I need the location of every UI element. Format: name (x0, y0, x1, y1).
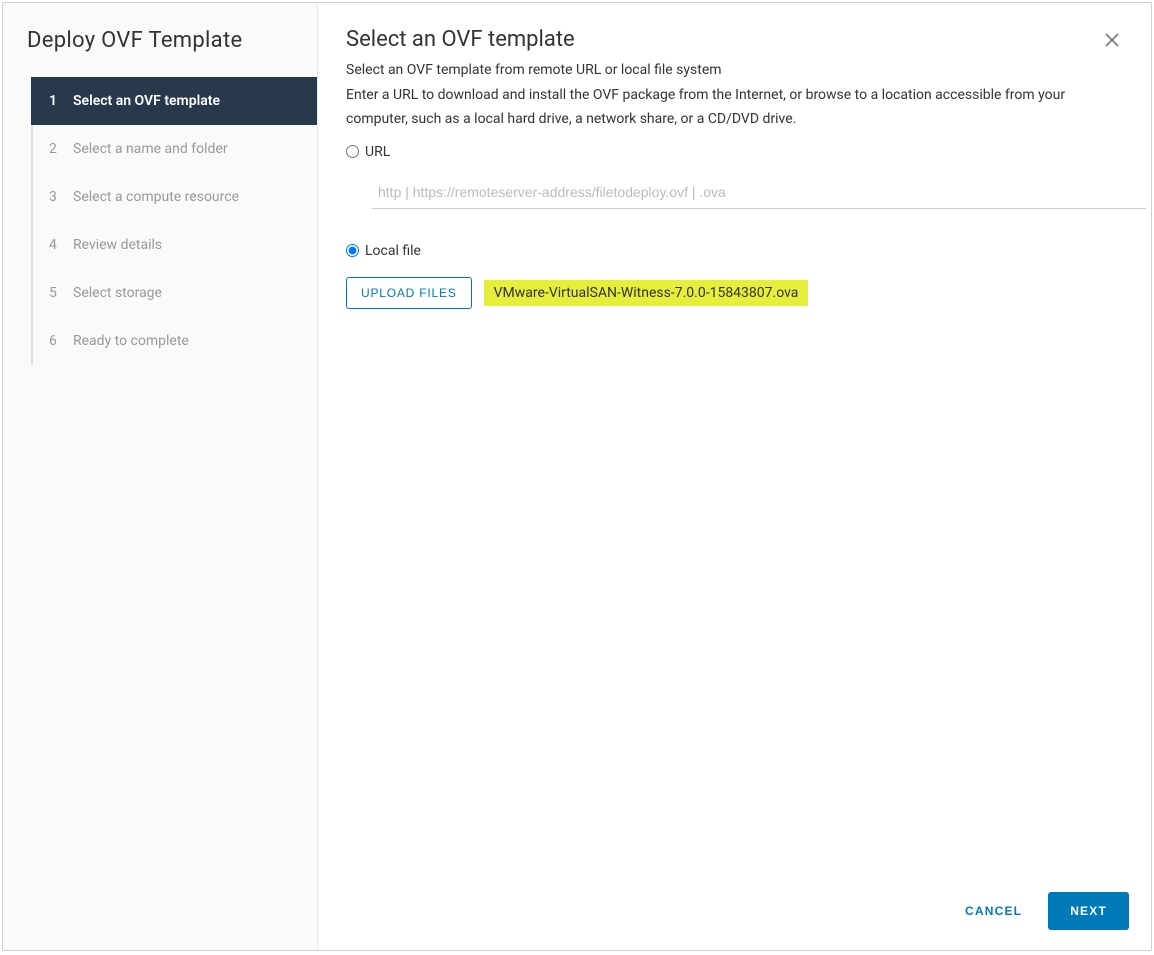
close-button[interactable] (1097, 27, 1127, 55)
step-select-ovf-template[interactable]: 1 Select an OVF template (31, 77, 317, 125)
upload-files-button[interactable]: UPLOAD FILES (346, 277, 472, 309)
step-label: Select storage (73, 285, 162, 301)
main-header: Select an OVF template (318, 3, 1151, 62)
upload-row: UPLOAD FILES VMware-VirtualSAN-Witness-7… (346, 277, 1123, 309)
step-select-name-folder: 2 Select a name and folder (33, 125, 317, 173)
wizard-main: Select an OVF template Select an OVF tem… (318, 3, 1151, 950)
wizard-title: Deploy OVF Template (3, 3, 317, 77)
dialog-body: Deploy OVF Template 1 Select an OVF temp… (3, 3, 1151, 950)
step-number: 4 (49, 237, 65, 253)
step-ready-to-complete: 6 Ready to complete (33, 317, 317, 365)
deploy-ovf-dialog: Deploy OVF Template 1 Select an OVF temp… (2, 2, 1152, 951)
local-file-option-row: Local file (346, 243, 1123, 259)
step-number: 3 (49, 189, 65, 205)
step-number: 5 (49, 285, 65, 301)
step-label: Ready to complete (73, 333, 189, 349)
local-file-radio-label[interactable]: Local file (365, 243, 421, 259)
header-text: Select an OVF template (346, 27, 575, 62)
step-label: Review details (73, 237, 162, 253)
page-content: Select an OVF template from remote URL o… (318, 62, 1151, 873)
step-label: Select an OVF template (73, 93, 220, 109)
step-number: 6 (49, 333, 65, 349)
local-file-radio[interactable] (346, 244, 359, 257)
wizard-steps: 1 Select an OVF template 2 Select a name… (31, 77, 317, 365)
close-icon (1105, 30, 1119, 52)
step-select-compute-resource: 3 Select a compute resource (33, 173, 317, 221)
step-label: Select a compute resource (73, 189, 239, 205)
url-option-row: URL (346, 144, 1123, 160)
step-review-details: 4 Review details (33, 221, 317, 269)
step-label: Select a name and folder (73, 141, 228, 157)
wizard-footer: CANCEL NEXT (318, 873, 1151, 950)
wizard-sidebar: Deploy OVF Template 1 Select an OVF temp… (3, 3, 318, 950)
source-radio-group: URL Local file UPLOAD FILES VMware-Virtu… (346, 144, 1123, 309)
url-radio-label[interactable]: URL (365, 144, 390, 160)
cancel-button[interactable]: CANCEL (957, 894, 1030, 928)
page-subtitle: Select an OVF template from remote URL o… (346, 62, 1123, 78)
url-radio[interactable] (346, 145, 359, 158)
page-description: Enter a URL to download and install the … (346, 84, 1123, 132)
next-button[interactable]: NEXT (1048, 892, 1129, 930)
uploaded-file-name: VMware-VirtualSAN-Witness-7.0.0-15843807… (484, 280, 809, 306)
step-number: 2 (49, 141, 65, 157)
page-title: Select an OVF template (346, 27, 575, 52)
step-number: 1 (49, 93, 65, 109)
step-select-storage: 5 Select storage (33, 269, 317, 317)
url-input[interactable] (372, 176, 1146, 209)
